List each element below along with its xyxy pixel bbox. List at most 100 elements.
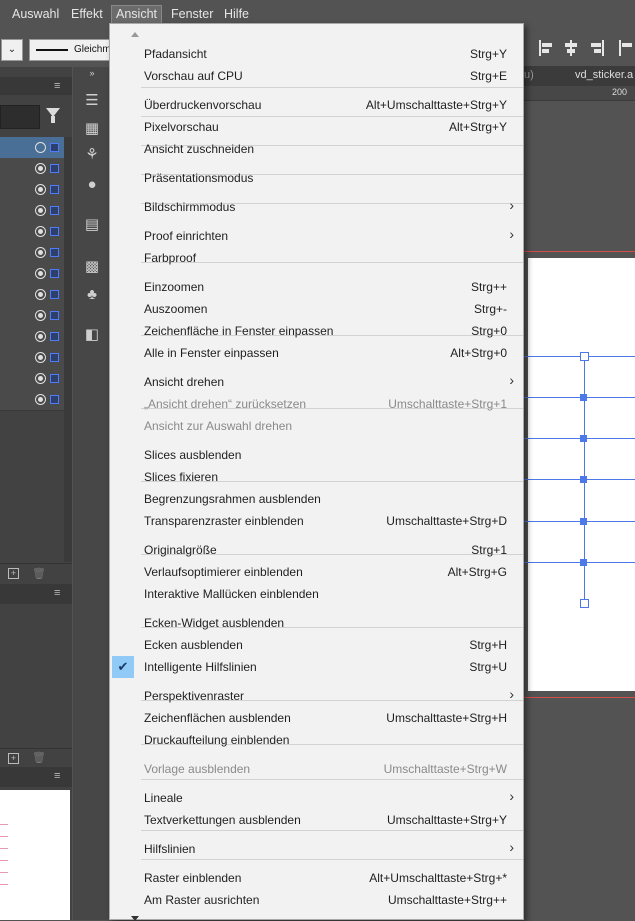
selection-square-icon[interactable] bbox=[50, 311, 59, 320]
menu-item[interactable]: Perspektivenraster › bbox=[110, 685, 523, 707]
layer-row[interactable] bbox=[0, 200, 64, 222]
align-panel-icon[interactable]: ▤ bbox=[83, 217, 101, 233]
layer-row[interactable] bbox=[0, 221, 64, 243]
selection-square-icon[interactable] bbox=[50, 290, 59, 299]
selection-square-icon[interactable] bbox=[50, 227, 59, 236]
target-icon[interactable] bbox=[35, 226, 46, 237]
target-icon[interactable] bbox=[35, 394, 46, 405]
properties-icon[interactable]: ☰ bbox=[83, 93, 101, 109]
layer-row[interactable] bbox=[0, 158, 64, 180]
add-layer-icon[interactable]: + bbox=[8, 568, 19, 579]
menu-item[interactable]: Pfadansicht Strg+Y bbox=[110, 43, 523, 65]
align-left-icon[interactable] bbox=[538, 39, 554, 57]
add-item-icon[interactable]: + bbox=[8, 753, 19, 764]
selection-square-icon[interactable] bbox=[50, 395, 59, 404]
menu-item[interactable]: Farbproof bbox=[110, 247, 523, 269]
menu-fenster[interactable]: Fenster bbox=[167, 6, 217, 23]
doc-tab-sticker[interactable]: vd_sticker.a bbox=[575, 69, 633, 81]
panel-menu-icon-3[interactable]: ≡ bbox=[54, 770, 60, 782]
menu-ansicht[interactable]: Ansicht bbox=[111, 5, 162, 24]
menu-item[interactable]: Ecken ausblenden Strg+H bbox=[110, 634, 523, 656]
menu-item[interactable]: Raster einblenden Alt+Umschalttaste+Strg+… bbox=[110, 867, 523, 889]
pathfinder-icon[interactable]: ▩ bbox=[83, 259, 101, 275]
selection-square-icon[interactable] bbox=[50, 248, 59, 257]
menu-item[interactable]: Interaktive Mallücken einblenden bbox=[110, 583, 523, 605]
menu-item[interactable]: Ecken-Widget ausblenden bbox=[110, 612, 523, 634]
layer-row[interactable] bbox=[0, 347, 64, 369]
align-top-icon[interactable] bbox=[618, 39, 634, 57]
dropdown-button[interactable]: ⌄ bbox=[1, 39, 23, 61]
selection-square-icon[interactable] bbox=[50, 332, 59, 341]
layer-row[interactable] bbox=[0, 326, 64, 348]
menu-item[interactable]: Lineale › bbox=[110, 787, 523, 809]
align-right-icon[interactable] bbox=[589, 39, 605, 57]
layer-row[interactable] bbox=[0, 368, 64, 390]
selection-square-icon[interactable] bbox=[50, 374, 59, 383]
menu-item[interactable]: Am Raster ausrichten Umschalttaste+Strg++ bbox=[110, 889, 523, 911]
symbols-icon[interactable]: ♣ bbox=[83, 287, 101, 303]
menu-item[interactable]: Originalgröße Strg+1 bbox=[110, 539, 523, 561]
anchor-point[interactable] bbox=[580, 476, 587, 483]
menu-item[interactable]: Überdruckenvorschau Alt+Umschalttaste+Str… bbox=[110, 94, 523, 116]
menu-item[interactable]: Hilfslinien › bbox=[110, 838, 523, 860]
menu-item[interactable]: Zeichenfläche in Fenster einpassen Strg+0 bbox=[110, 320, 523, 342]
align-center-icon[interactable] bbox=[563, 39, 579, 57]
collapse-icon[interactable]: » bbox=[83, 65, 101, 81]
anchor-point[interactable] bbox=[580, 435, 587, 442]
stroke-profile-select[interactable]: Gleichm bbox=[29, 39, 113, 61]
libraries-icon[interactable]: ▦ bbox=[83, 121, 101, 137]
menu-item[interactable]: Zeichenflächen ausblenden Umschalttaste+S… bbox=[110, 707, 523, 729]
menu-item[interactable]: Auszoomen Strg+- bbox=[110, 298, 523, 320]
scroll-up-icon[interactable] bbox=[131, 32, 139, 37]
layer-row[interactable] bbox=[0, 263, 64, 285]
menu-item[interactable]: Proof einrichten › bbox=[110, 225, 523, 247]
layers-scrollbar[interactable] bbox=[64, 137, 72, 562]
menu-item[interactable]: Ansicht drehen › bbox=[110, 371, 523, 393]
layer-row[interactable] bbox=[0, 179, 64, 201]
anchor-point[interactable] bbox=[580, 559, 587, 566]
target-icon[interactable] bbox=[35, 184, 46, 195]
menu-hilfe[interactable]: Hilfe bbox=[220, 6, 253, 23]
menu-item[interactable]: Begrenzungsrahmen ausblenden bbox=[110, 488, 523, 510]
puppet-icon[interactable]: ⚘ bbox=[83, 147, 101, 163]
menu-item[interactable]: Druckaufteilung einblenden bbox=[110, 729, 523, 751]
menu-item[interactable]: Vorschau auf CPU Strg+E bbox=[110, 65, 523, 87]
bounding-box-handle[interactable] bbox=[580, 599, 589, 608]
trash-icon-2[interactable]: 🗑 bbox=[32, 751, 46, 764]
menu-item[interactable]: Slices ausblenden bbox=[110, 444, 523, 466]
menu-item[interactable]: Ansicht zuschneiden bbox=[110, 138, 523, 160]
menu-item[interactable]: Bildschirmmodus › bbox=[110, 196, 523, 218]
menu-effekt[interactable]: Effekt bbox=[67, 6, 107, 23]
menu-item[interactable]: Slices fixieren bbox=[110, 466, 523, 488]
menu-item[interactable]: Verlaufsoptimierer einblenden Alt+Strg+G bbox=[110, 561, 523, 583]
anchor-point[interactable] bbox=[580, 518, 587, 525]
layer-row[interactable] bbox=[0, 305, 64, 327]
layer-row[interactable] bbox=[0, 137, 64, 159]
menu-item[interactable]: Pixelvorschau Alt+Strg+Y bbox=[110, 116, 523, 138]
target-icon[interactable] bbox=[35, 163, 46, 174]
menu-item[interactable]: Präsentationsmodus bbox=[110, 167, 523, 189]
panel-menu-icon-2[interactable]: ≡ bbox=[54, 587, 60, 599]
selection-square-icon[interactable] bbox=[50, 269, 59, 278]
layers-search-input[interactable] bbox=[0, 105, 40, 129]
bounding-box-handle[interactable] bbox=[580, 352, 589, 361]
target-icon[interactable] bbox=[35, 373, 46, 384]
target-icon[interactable] bbox=[35, 289, 46, 300]
selection-square-icon[interactable] bbox=[50, 164, 59, 173]
menu-item[interactable]: ✔ Intelligente Hilfslinien Strg+U bbox=[110, 656, 523, 678]
target-icon[interactable] bbox=[35, 247, 46, 258]
layer-row[interactable] bbox=[0, 284, 64, 306]
artboard[interactable] bbox=[528, 258, 635, 691]
target-icon[interactable] bbox=[35, 268, 46, 279]
target-icon[interactable] bbox=[35, 352, 46, 363]
selection-square-icon[interactable] bbox=[50, 185, 59, 194]
layer-row[interactable] bbox=[0, 389, 64, 411]
target-icon[interactable] bbox=[35, 142, 46, 153]
selection-square-icon[interactable] bbox=[50, 353, 59, 362]
doc-tab-partial[interactable]: u) bbox=[524, 69, 534, 81]
menu-item[interactable]: Textverkettungen ausblenden Umschalttaste… bbox=[110, 809, 523, 831]
target-icon[interactable] bbox=[35, 205, 46, 216]
menu-item[interactable]: Einzoomen Strg++ bbox=[110, 276, 523, 298]
scroll-down-icon[interactable] bbox=[131, 916, 139, 921]
panel-menu-icon[interactable]: ≡ bbox=[54, 80, 60, 92]
